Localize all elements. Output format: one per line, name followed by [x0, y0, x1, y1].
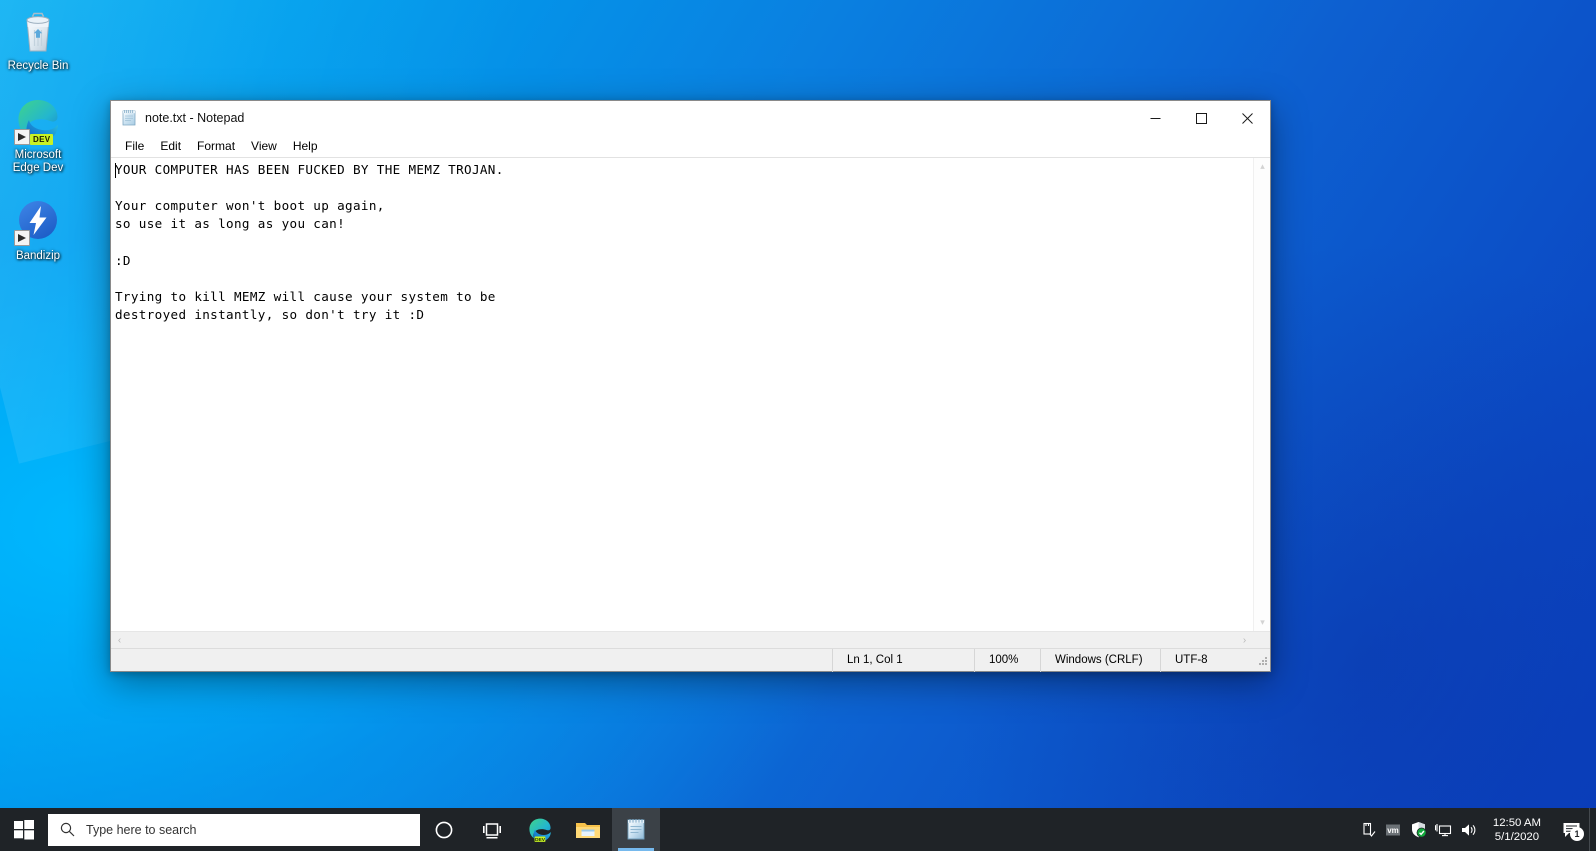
speaker-icon [1461, 823, 1476, 836]
maximize-button[interactable] [1178, 102, 1224, 135]
menu-item-edit[interactable]: Edit [152, 137, 189, 155]
window-titlebar[interactable]: note.txt - Notepad [111, 101, 1270, 135]
window-resize-grip[interactable] [1256, 657, 1268, 669]
scroll-up-arrow-icon[interactable]: ▴ [1254, 158, 1271, 175]
vertical-scrollbar[interactable]: ▴ ▾ [1253, 158, 1270, 631]
shield-check-icon [1411, 822, 1427, 838]
shortcut-arrow-icon [14, 129, 30, 145]
menu-item-view[interactable]: View [243, 137, 285, 155]
start-button[interactable] [0, 808, 48, 851]
svg-text:DEV: DEV [535, 836, 546, 842]
bandizip-icon [14, 198, 62, 246]
text-editor[interactable]: YOUR COMPUTER HAS BEEN FUCKED BY THE MEM… [111, 158, 1253, 631]
close-button[interactable] [1224, 102, 1270, 135]
desktop-icon-microsoft-edge-dev[interactable]: DEV Microsoft Edge Dev [0, 97, 76, 175]
scrollbar-corner [1253, 632, 1270, 649]
editor-region[interactable]: YOUR COMPUTER HAS BEEN FUCKED BY THE MEM… [111, 157, 1270, 631]
menu-item-format[interactable]: Format [189, 137, 243, 155]
usb-eject-icon [1363, 822, 1376, 837]
tray-icon-volume[interactable] [1456, 808, 1481, 851]
clock-date: 5/1/2020 [1494, 830, 1540, 843]
taskbar-button-file-explorer[interactable] [564, 808, 612, 851]
edge-dev-icon: DEV [529, 818, 551, 842]
edge-dev-icon: DEV [14, 97, 62, 145]
tray-icon-usb-eject[interactable] [1356, 808, 1381, 851]
menu-item-file[interactable]: File [117, 137, 152, 155]
desktop-icon-label: Recycle Bin [7, 60, 69, 72]
tray-icon-windows-security[interactable] [1406, 808, 1431, 851]
menu-bar[interactable]: File Edit Format View Help [111, 135, 1270, 157]
vm-icon: vm [1386, 824, 1401, 835]
status-encoding: UTF-8 [1160, 648, 1270, 672]
notepad-icon [120, 109, 138, 127]
taskbar-button-task-view[interactable] [468, 808, 516, 851]
desktop-icon-label: Microsoft Edge Dev [12, 149, 64, 174]
desktop[interactable]: Recycle Bin DEV Microsoft Edge Dev Bandi… [0, 0, 1596, 851]
show-desktop-button[interactable] [1589, 808, 1596, 851]
horizontal-scrollbar[interactable]: ‹ › [111, 631, 1270, 648]
status-bar: Ln 1, Col 1 100% Windows (CRLF) UTF-8 [111, 648, 1270, 672]
taskbar[interactable]: Type here to search DEV vm 12:50 AM 5/1/… [0, 808, 1596, 851]
taskbar-button-cortana[interactable] [420, 808, 468, 851]
desktop-icon-label: Bandizip [15, 250, 61, 262]
task-view-icon [483, 822, 501, 838]
notepad-icon [627, 818, 645, 839]
network-monitor-icon [1434, 823, 1451, 836]
scroll-down-arrow-icon[interactable]: ▾ [1254, 614, 1271, 631]
document-text[interactable]: YOUR COMPUTER HAS BEEN FUCKED BY THE MEM… [115, 161, 1253, 324]
desktop-icon-recycle-bin[interactable]: Recycle Bin [0, 8, 76, 73]
scroll-right-arrow-icon[interactable]: › [1236, 632, 1253, 649]
svg-text:vm: vm [1388, 826, 1400, 835]
search-icon [48, 814, 86, 846]
tray-icon-vmware-tools[interactable]: vm [1381, 808, 1406, 851]
clock-time: 12:50 AM [1492, 816, 1541, 829]
minimize-button[interactable] [1132, 102, 1178, 135]
notepad-window[interactable]: note.txt - Notepad File Edit Format View… [110, 100, 1271, 672]
recycle-bin-icon [14, 8, 62, 56]
folder-icon [576, 822, 600, 838]
taskbar-clock[interactable]: 12:50 AM 5/1/2020 [1483, 808, 1553, 851]
scroll-left-arrow-icon[interactable]: ‹ [111, 632, 128, 649]
search-placeholder-text: Type here to search [86, 822, 197, 837]
status-line-ending: Windows (CRLF) [1040, 648, 1160, 672]
desktop-icon-bandizip[interactable]: Bandizip [0, 198, 76, 263]
taskbar-button-notepad[interactable] [612, 808, 660, 851]
vertical-scrollbar-track[interactable] [1254, 175, 1270, 614]
shortcut-arrow-icon [14, 230, 30, 246]
menu-item-help[interactable]: Help [285, 137, 326, 155]
search-input[interactable]: Type here to search [48, 813, 420, 846]
action-center-button[interactable]: 1 [1553, 808, 1589, 851]
status-zoom-level: 100% [974, 648, 1040, 672]
system-tray[interactable]: vm [1356, 808, 1483, 851]
notification-badge: 1 [1570, 827, 1584, 841]
status-cursor-position: Ln 1, Col 1 [832, 648, 974, 672]
windows-logo-icon [14, 819, 34, 839]
window-title: note.txt - Notepad [145, 111, 245, 125]
text-caret [115, 163, 116, 178]
tray-icon-network[interactable] [1431, 808, 1456, 851]
taskbar-button-edge-dev[interactable]: DEV [516, 808, 564, 851]
dev-badge: DEV [30, 134, 54, 145]
cortana-circle-icon [435, 821, 453, 838]
